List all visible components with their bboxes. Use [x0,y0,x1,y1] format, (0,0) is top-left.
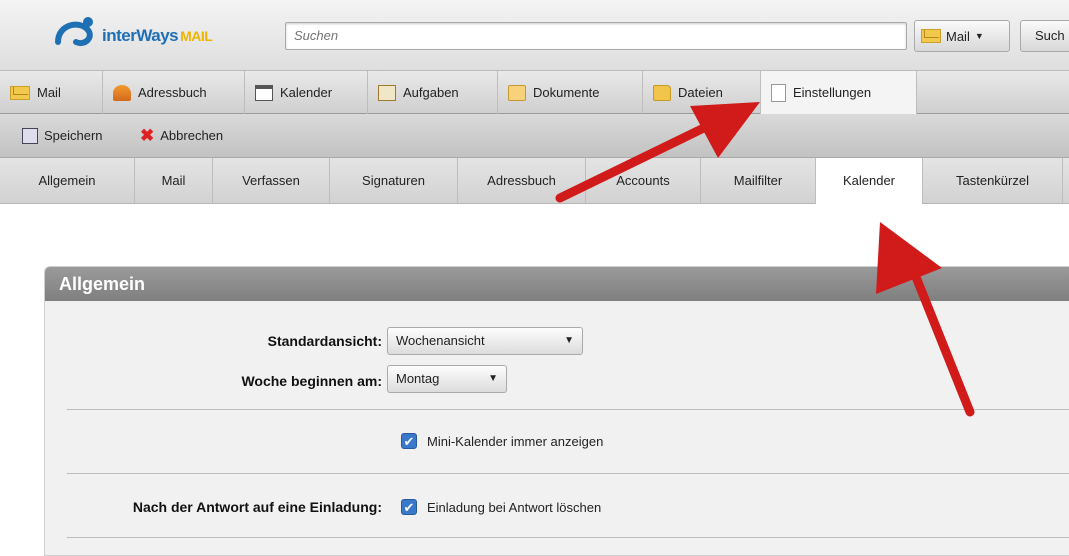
divider [67,473,1069,474]
app-addressbook-label: Adressbuch [138,85,207,100]
tab-verfassen[interactable]: Verfassen [213,158,330,203]
panel-title: Allgemein [45,267,1069,301]
week-start-value: Montag [396,371,440,386]
chevron-down-icon: ▼ [564,335,574,346]
addressbook-icon [113,84,131,101]
search-scope-label: Mail [946,28,970,44]
tab-signaturen[interactable]: Signaturen [330,158,458,203]
brand-name: interWays MAIL [102,26,213,46]
chevron-down-icon: ▼ [488,373,498,384]
app-calendar-label: Kalender [280,85,333,100]
cancel-icon: ✖ [140,125,155,145]
general-settings-panel: Allgemein Standardansicht: Wochenansicht… [44,266,1069,556]
invitation-option[interactable]: ✔ Einladung bei Antwort löschen [401,499,601,515]
default-view-value: Wochenansicht [396,333,485,348]
tab-mailfilter[interactable]: Mailfilter [701,158,816,203]
save-button[interactable]: Speichern [22,114,103,157]
brand-main: interWays [102,26,179,45]
tab-tastenkuerzel[interactable]: Tastenkürzel [923,158,1063,203]
app-bar: Mail Adressbuch Kalender Aufgaben Dokume… [0,70,1069,114]
app-mail-label: Mail [37,85,61,100]
save-label: Speichern [44,128,103,143]
app-settings-label: Einstellungen [793,85,872,100]
cancel-button[interactable]: ✖ Abbrechen [140,114,223,157]
settings-icon [771,83,786,102]
default-view-select[interactable]: Wochenansicht ▼ [387,327,583,355]
mini-calendar-option[interactable]: ✔ Mini-Kalender immer anzeigen [401,433,603,449]
app-addressbook[interactable]: Adressbuch [103,71,245,114]
delete-invitation-checkbox[interactable]: ✔ [401,499,417,515]
folder-icon [653,84,671,101]
settings-tabs: Allgemein Mail Verfassen Signaturen Adre… [0,158,1069,204]
search-box[interactable] [285,22,907,50]
week-start-label: Woche beginnen am: [241,373,382,389]
tab-allgemein[interactable]: Allgemein [0,158,135,203]
app-documents-label: Dokumente [533,85,600,100]
tab-adressbuch[interactable]: Adressbuch [458,158,586,203]
app-settings[interactable]: Einstellungen [761,71,917,114]
app-files[interactable]: Dateien [643,71,761,114]
documents-icon [508,84,526,101]
app-documents[interactable]: Dokumente [498,71,643,114]
week-start-select[interactable]: Montag ▼ [387,365,507,393]
app-mail[interactable]: Mail [0,71,103,114]
tab-kalender[interactable]: Kalender [816,158,923,204]
divider [67,537,1069,538]
cancel-label: Abbrechen [160,128,224,143]
save-icon [22,127,38,144]
top-bar: interWaysMAIL Mail ▼ Such [0,0,1069,70]
chevron-down-icon: ▼ [974,31,984,41]
delete-invitation-label: Einladung bei Antwort löschen [427,499,602,515]
mini-calendar-label: Mini-Kalender immer anzeigen [427,433,604,449]
app-files-label: Dateien [678,85,723,100]
app-tasks[interactable]: Aufgaben [368,71,498,114]
mini-calendar-checkbox[interactable]: ✔ [401,433,417,449]
search-input[interactable] [286,23,902,47]
mail-icon [921,29,941,43]
tab-accounts[interactable]: Accounts [586,158,701,203]
search-button[interactable]: Such [1020,20,1069,52]
invitation-label: Nach der Antwort auf eine Einladung: [132,499,382,515]
calendar-icon [255,84,273,101]
search-scope-select[interactable]: Mail ▼ [914,20,1010,52]
default-view-label: Standardansicht: [267,333,382,349]
action-toolbar: Speichern ✖ Abbrechen [0,114,1069,158]
brand-suffix: MAIL [180,28,213,44]
app-tasks-label: Aufgaben [403,85,459,100]
tab-mail[interactable]: Mail [135,158,213,203]
divider [67,409,1069,410]
app-calendar[interactable]: Kalender [245,71,368,114]
mail-icon [10,85,30,100]
tasks-icon [378,84,396,101]
